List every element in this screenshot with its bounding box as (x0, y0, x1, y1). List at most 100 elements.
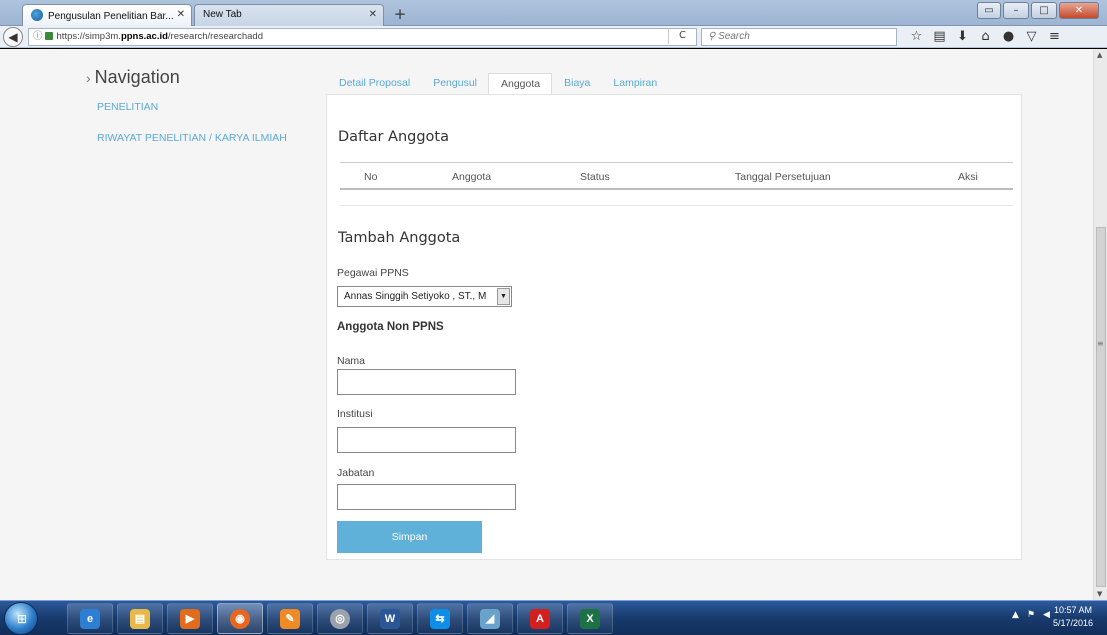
jabatan-field[interactable] (337, 484, 516, 510)
browser-tab-new[interactable]: New Tab ✕ (194, 4, 384, 26)
section-divider (340, 205, 1013, 206)
clock-date: 5/17/2016 (1052, 618, 1094, 628)
sidebar-title: › Navigation (86, 67, 180, 88)
excel-icon: X (580, 609, 600, 629)
chevron-right-icon: › (86, 70, 91, 86)
menu-icon[interactable]: ≡ (1043, 28, 1066, 46)
excel-taskbar-button[interactable]: X (567, 603, 613, 634)
column-status: Status (580, 171, 610, 183)
acrobat-icon: A (530, 609, 550, 629)
scroll-up-icon[interactable]: ▲ (1097, 51, 1102, 59)
search-placeholder: Search (718, 31, 750, 42)
minimize-button[interactable]: – (1003, 2, 1029, 19)
tab-pengusul[interactable]: Pengusul (421, 73, 488, 95)
browser-tab-active[interactable]: Pengusulan Penelitian Bar... ✕ (22, 4, 192, 26)
search-input[interactable]: ⚲ Search (701, 28, 897, 46)
new-tab-button[interactable]: + (390, 5, 410, 23)
scrollbar-thumb[interactable] (1096, 227, 1106, 587)
anggota-table-header: No Anggota Status Tanggal Persetujuan Ak… (340, 162, 1013, 190)
window-controls: ▭ – □ ✕ (977, 2, 1099, 19)
pegawai-ppns-value: Annas Singgih Setiyoko , ST., M (344, 291, 487, 302)
browser-tab-title: Pengusulan Penelitian Bar... (48, 11, 174, 22)
ie-taskbar-button[interactable]: e (67, 603, 113, 634)
simpan-button[interactable]: Simpan (337, 521, 482, 553)
media-taskbar-button[interactable]: ▶ (167, 603, 213, 634)
home-icon[interactable]: ⌂ (974, 28, 997, 46)
windows-logo-icon: ⊞ (16, 612, 28, 626)
pegawai-ppns-label: Pegawai PPNS (337, 267, 409, 279)
nama-field[interactable] (337, 369, 516, 395)
bookmarks-list-icon[interactable]: ▤ (928, 28, 951, 46)
anggota-panel: Daftar Anggota No Anggota Status Tanggal… (326, 94, 1022, 560)
bookmark-star-icon[interactable]: ☆ (905, 28, 928, 46)
folder-icon: ▤ (130, 609, 150, 629)
start-button[interactable]: ⊞ (4, 602, 38, 635)
firefox-icon: ◉ (230, 609, 250, 629)
system-tray: ▲ ⚑ ◀ (1012, 610, 1050, 620)
scroll-grip-icon: ≡ (1097, 339, 1104, 348)
word-icon: W (380, 609, 400, 629)
column-aksi: Aksi (958, 171, 978, 183)
show-hidden-icons-icon[interactable]: ▲ (1012, 610, 1019, 620)
firefox-taskbar-button[interactable]: ◉ (217, 603, 263, 634)
clock-time: 10:57 AM (1053, 605, 1093, 615)
disc-icon: ◎ (330, 609, 350, 629)
jabatan-label: Jabatan (337, 467, 375, 479)
restore-icon[interactable]: ▭ (977, 2, 1001, 19)
ie-icon: e (80, 609, 100, 629)
sidebar-link-riwayat[interactable]: RIWAYAT PENELITIAN / KARYA ILMIAH (97, 132, 287, 144)
vertical-scrollbar[interactable]: ▲ ≡ ▼ (1093, 49, 1107, 600)
institusi-label: Institusi (337, 408, 373, 420)
nama-label: Nama (337, 355, 366, 367)
acrobat-taskbar-button[interactable]: A (517, 603, 563, 634)
word-taskbar-button[interactable]: W (367, 603, 413, 634)
reload-icon[interactable]: C (668, 28, 696, 44)
toolbar-icons: ☆ ▤ ⬇ ⌂ ● ▽ ≡ (905, 28, 1066, 46)
page-viewport: › Navigation PENELITIAN RIWAYAT PENELITIA… (0, 49, 1093, 600)
uc-browser-taskbar-button[interactable]: ✎ (267, 603, 313, 634)
download-icon[interactable]: ⬇ (951, 28, 974, 46)
proposal-tabs: Detail Proposal Pengusul Anggota Biaya L… (327, 73, 668, 95)
site-favicon-icon (31, 9, 43, 21)
column-anggota: Anggota (452, 171, 492, 183)
uc-browser-icon: ✎ (280, 609, 300, 629)
tab-lampiran[interactable]: Lampiran (601, 73, 668, 95)
windows-taskbar: ⊞ e ▤ ▶ ◉ ✎ ◎ W ⇆ ◢ A X ▲ ⚑ ◀ 10:57 AM 5… (0, 600, 1107, 635)
tambah-anggota-title: Tambah Anggota (338, 230, 461, 246)
media-player-icon: ▶ (180, 609, 200, 629)
back-arrow-icon[interactable]: ◀ (3, 27, 23, 47)
info-icon[interactable]: ⓘ (33, 31, 43, 42)
sidebar-link-penelitian[interactable]: PENELITIAN (97, 101, 158, 113)
app-taskbar-button[interactable]: ◢ (467, 603, 513, 634)
url-bar[interactable]: ⓘ https://simp3m.ppns.ac.id/research/rese… (28, 28, 697, 46)
sidebar-title-text: Navigation (94, 67, 180, 87)
teamviewer-taskbar-button[interactable]: ⇆ (417, 603, 463, 634)
app-icon: ◢ (480, 609, 500, 629)
close-tab-icon[interactable]: ✕ (177, 9, 185, 20)
url-prefix: https://simp3m. (56, 31, 121, 42)
anggota-non-ppns-label: Anggota Non PPNS (337, 321, 444, 333)
tab-anggota[interactable]: Anggota (488, 73, 553, 95)
scroll-down-icon[interactable]: ▼ (1097, 590, 1102, 598)
chevron-down-icon[interactable]: ▼ (497, 288, 510, 305)
tab-detail-proposal[interactable]: Detail Proposal (327, 73, 421, 95)
browser-tab-title: New Tab (203, 9, 242, 20)
browser-tab-bar: Pengusulan Penelitian Bar... ✕ New Tab ✕… (0, 0, 1107, 26)
disc-taskbar-button[interactable]: ◎ (317, 603, 363, 634)
maximize-button[interactable]: □ (1031, 2, 1057, 19)
url-host: ppns.ac.id (120, 31, 168, 42)
explorer-taskbar-button[interactable]: ▤ (117, 603, 163, 634)
taskbar-clock[interactable]: 10:57 AM 5/17/2016 (1046, 604, 1100, 630)
pegawai-ppns-select[interactable]: Annas Singgih Setiyoko , ST., M ▼ (337, 286, 512, 307)
search-icon: ⚲ (708, 31, 719, 42)
flag-icon[interactable]: ⚑ (1027, 610, 1035, 620)
chat-icon[interactable]: ● (997, 28, 1020, 46)
column-tanggal: Tanggal Persetujuan (735, 171, 831, 183)
daftar-anggota-title: Daftar Anggota (338, 129, 450, 145)
tab-biaya[interactable]: Biaya (552, 73, 601, 95)
browser-nav-bar: ◀ ⓘ https://simp3m.ppns.ac.id/research/re… (0, 26, 1107, 48)
pocket-icon[interactable]: ▽ (1020, 28, 1043, 46)
close-tab-icon[interactable]: ✕ (369, 9, 377, 20)
close-window-button[interactable]: ✕ (1059, 2, 1099, 19)
institusi-field[interactable] (337, 427, 516, 453)
